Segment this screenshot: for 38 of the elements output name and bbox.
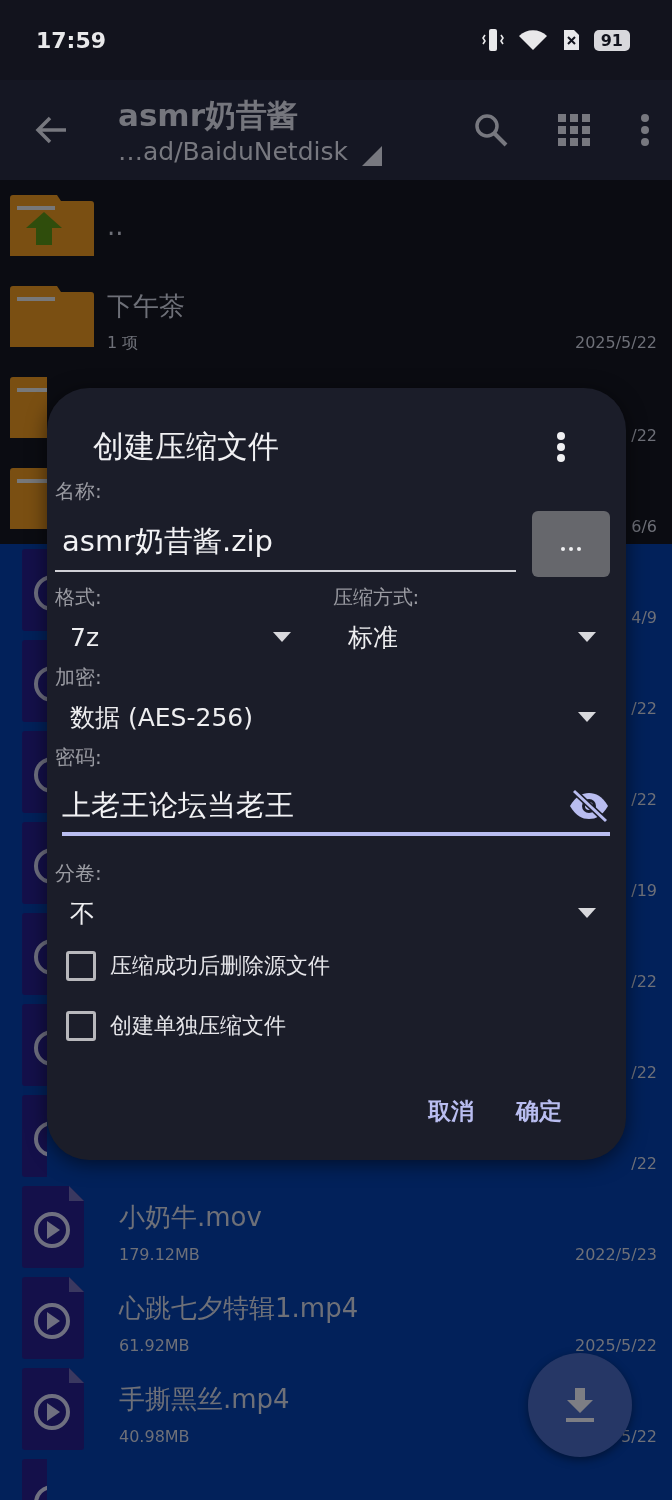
file-date: /22 [631, 972, 657, 991]
file-info: 1 项 [107, 333, 139, 354]
file-name: 心跳七夕特辑1.mp4 [119, 1291, 359, 1325]
field-label: 密码: [55, 743, 103, 771]
dropdown-value: 不 [70, 897, 95, 930]
folder-title: asmr奶昔酱 [118, 95, 299, 135]
file-date: 2025/5/22 [574, 333, 657, 354]
dropdown-value: 数据 (AES-256) [70, 701, 253, 734]
file-date: /22 [631, 1063, 657, 1082]
field-label: 加密: [55, 663, 103, 691]
checkbox-label: 创建单独压缩文件 [110, 1012, 286, 1040]
file-date: /22 [631, 1154, 657, 1173]
dialog-title: 创建压缩文件 [93, 427, 279, 466]
file-date: 2022/5/23 [574, 1245, 657, 1264]
file-info: 61.92MB [119, 1336, 190, 1355]
file-date: 6/6 [631, 517, 657, 536]
battery-level: 91 [593, 29, 630, 51]
file-date: /19 [631, 881, 657, 900]
dropdown-value: 标准 [347, 621, 398, 654]
file-date: /22 [631, 426, 657, 445]
file-date: 5/22 [621, 1427, 657, 1446]
field-label: 分卷: [55, 859, 103, 887]
file-name: 下午茶 [107, 289, 185, 323]
file-name: .. [107, 210, 124, 241]
file-info: 40.98MB [119, 1427, 190, 1446]
field-label: 名称: [55, 477, 103, 505]
field-label: 压缩方式: [332, 583, 421, 611]
file-date: /22 [631, 699, 657, 718]
file-name: 手撕黑丝.mp4 [119, 1382, 290, 1416]
dropdown-value: 7z [70, 622, 100, 652]
clock-time: 17:59 [36, 27, 108, 53]
checkbox-label: 压缩成功后删除源文件 [110, 952, 330, 980]
file-name: 小奶牛.mov [119, 1200, 262, 1234]
file-date: /22 [631, 790, 657, 809]
file-info: 179.12MB [119, 1245, 200, 1264]
file-date: 4/9 [631, 608, 657, 627]
field-label: 格式: [55, 583, 103, 611]
file-date: 2025/5/22 [574, 1336, 657, 1355]
